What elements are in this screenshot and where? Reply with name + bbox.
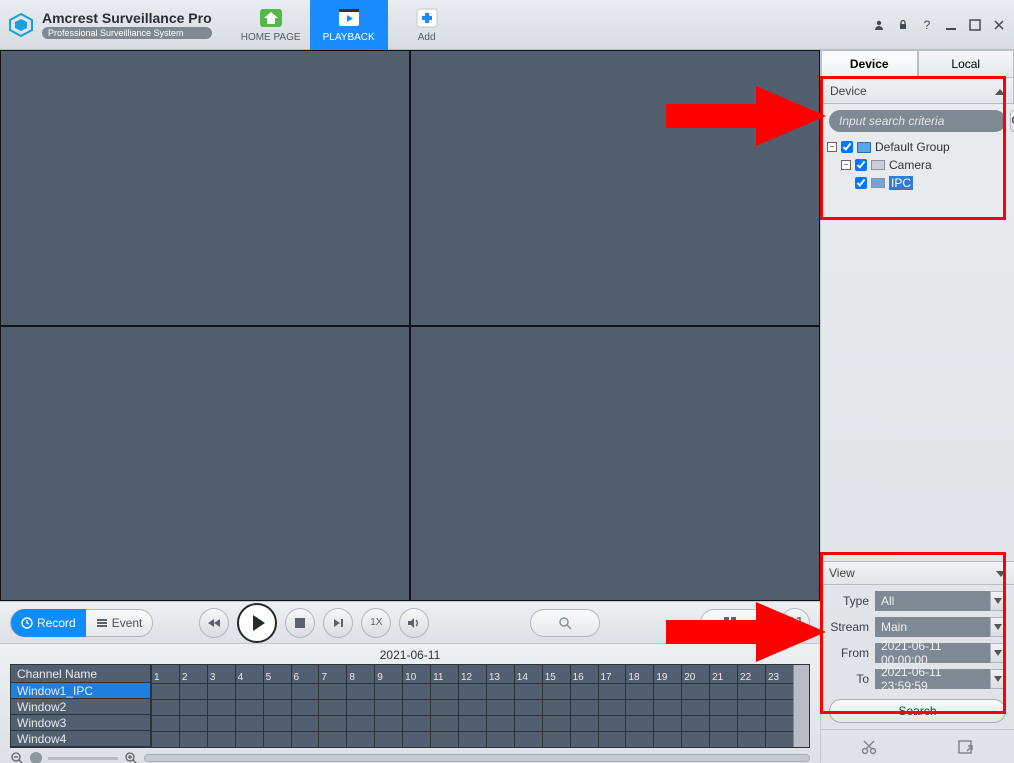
tree-camera[interactable]: − Camera	[827, 156, 1008, 174]
device-tree: − Default Group − Camera IPC	[821, 136, 1014, 198]
zoom-handle[interactable]	[30, 752, 42, 763]
dropdown-icon[interactable]	[990, 643, 1006, 663]
stream-label: Stream	[829, 620, 875, 634]
search-button[interactable]: Search	[829, 699, 1006, 723]
video-cell-1[interactable]	[0, 50, 410, 326]
dropdown-icon[interactable]	[990, 669, 1006, 689]
from-datetime[interactable]: 2021-06-11 00:00:00	[875, 643, 990, 663]
cut-icon[interactable]	[860, 738, 878, 756]
app-logo: Amcrest Surveillance Pro Professional Su…	[8, 10, 212, 39]
tab-device[interactable]: Device	[821, 50, 918, 78]
zoom-in-icon[interactable]	[124, 751, 138, 763]
right-sidebar: Device Local Device − Default Group	[820, 50, 1014, 763]
list-icon	[96, 617, 108, 629]
device-icon	[871, 160, 885, 170]
to-label: To	[829, 672, 875, 686]
top-toolbar: Amcrest Surveillance Pro Professional Su…	[0, 0, 1014, 50]
sidebar-tools	[821, 729, 1014, 763]
play-icon	[253, 615, 265, 631]
collapse-icon[interactable]: −	[827, 142, 837, 152]
dropdown-icon[interactable]	[990, 591, 1006, 611]
zoom-tool-button[interactable]	[530, 609, 600, 637]
tab-local[interactable]: Local	[918, 50, 1014, 78]
maximize-icon[interactable]	[968, 18, 982, 32]
tree-checkbox[interactable]	[841, 141, 853, 153]
nav-playback-label: PLAYBACK	[323, 32, 375, 43]
camera-icon	[871, 178, 885, 188]
annotation-arrow-1	[666, 86, 826, 166]
speed-button[interactable]: 1X	[361, 608, 391, 638]
help-icon[interactable]: ?	[920, 18, 934, 32]
event-mode-button[interactable]: Event	[86, 609, 153, 637]
device-search-input[interactable]	[829, 110, 1006, 132]
tree-label: Camera	[889, 158, 932, 172]
dropdown-icon[interactable]	[990, 617, 1006, 637]
app-subtitle: Professional Surveilliance System	[42, 27, 212, 39]
device-panel-header[interactable]: Device	[821, 78, 1014, 104]
type-select[interactable]: All	[875, 591, 990, 611]
rewind-button[interactable]	[199, 608, 229, 638]
video-cell-4[interactable]	[410, 326, 820, 602]
nav-add[interactable]: Add	[388, 0, 466, 50]
user-icon[interactable]	[872, 18, 886, 32]
chevron-down-icon	[996, 566, 1006, 580]
play-button[interactable]	[237, 603, 277, 643]
stop-button[interactable]	[285, 608, 315, 638]
collapse-icon[interactable]: −	[841, 160, 851, 170]
magnify-icon	[558, 616, 572, 630]
record-mode-button[interactable]: Record	[11, 609, 86, 637]
app-title: Amcrest Surveillance Pro	[42, 10, 212, 26]
channel-row[interactable]: Window4	[11, 731, 150, 747]
close-icon[interactable]	[992, 18, 1006, 32]
nav-add-label: Add	[418, 32, 436, 43]
nav-home-label: HOME PAGE	[241, 32, 301, 43]
channel-row[interactable]: Window2	[11, 699, 150, 715]
home-icon	[257, 6, 285, 30]
nav-playback[interactable]: PLAYBACK	[310, 0, 388, 50]
timeline-hscroll[interactable]	[144, 754, 810, 762]
channel-row[interactable]: Window1_IPC	[11, 683, 150, 699]
from-label: From	[829, 646, 875, 660]
tree-checkbox[interactable]	[855, 159, 867, 171]
chevron-up-icon	[995, 84, 1005, 98]
lock-icon[interactable]	[896, 18, 910, 32]
export-icon[interactable]	[957, 738, 975, 756]
window-controls: ?	[872, 18, 1006, 32]
step-button[interactable]	[323, 608, 353, 638]
zoom-out-icon[interactable]	[10, 751, 24, 763]
channel-header: Channel Name	[11, 665, 150, 683]
tree-label-selected: IPC	[889, 176, 913, 190]
clock-icon	[21, 617, 33, 629]
mode-toggle: Record Event	[10, 609, 153, 637]
view-panel-header[interactable]: View	[821, 561, 1014, 585]
search-filters: Type All Stream Main From 2021-06-11 00:…	[821, 585, 1014, 729]
to-datetime[interactable]: 2021-06-11 23:59:59	[875, 669, 990, 689]
tree-ipc[interactable]: IPC	[827, 174, 1008, 192]
stream-select[interactable]: Main	[875, 617, 990, 637]
device-search-button[interactable]	[1010, 110, 1014, 132]
main-nav: HOME PAGE PLAYBACK Add	[232, 0, 466, 50]
tree-root[interactable]: − Default Group	[827, 138, 1008, 156]
volume-button[interactable]	[399, 608, 429, 638]
nav-home[interactable]: HOME PAGE	[232, 0, 310, 50]
channel-row[interactable]: Window3	[11, 715, 150, 731]
speaker-icon	[407, 617, 421, 629]
type-label: Type	[829, 594, 875, 608]
tree-label: Default Group	[875, 140, 950, 154]
annotation-arrow-2	[666, 602, 826, 682]
logo-icon	[8, 12, 34, 38]
tree-checkbox[interactable]	[855, 177, 867, 189]
add-icon	[413, 6, 441, 30]
playback-icon	[335, 6, 363, 30]
folder-icon	[857, 142, 871, 153]
minimize-icon[interactable]	[944, 18, 958, 32]
video-cell-3[interactable]	[0, 326, 410, 602]
